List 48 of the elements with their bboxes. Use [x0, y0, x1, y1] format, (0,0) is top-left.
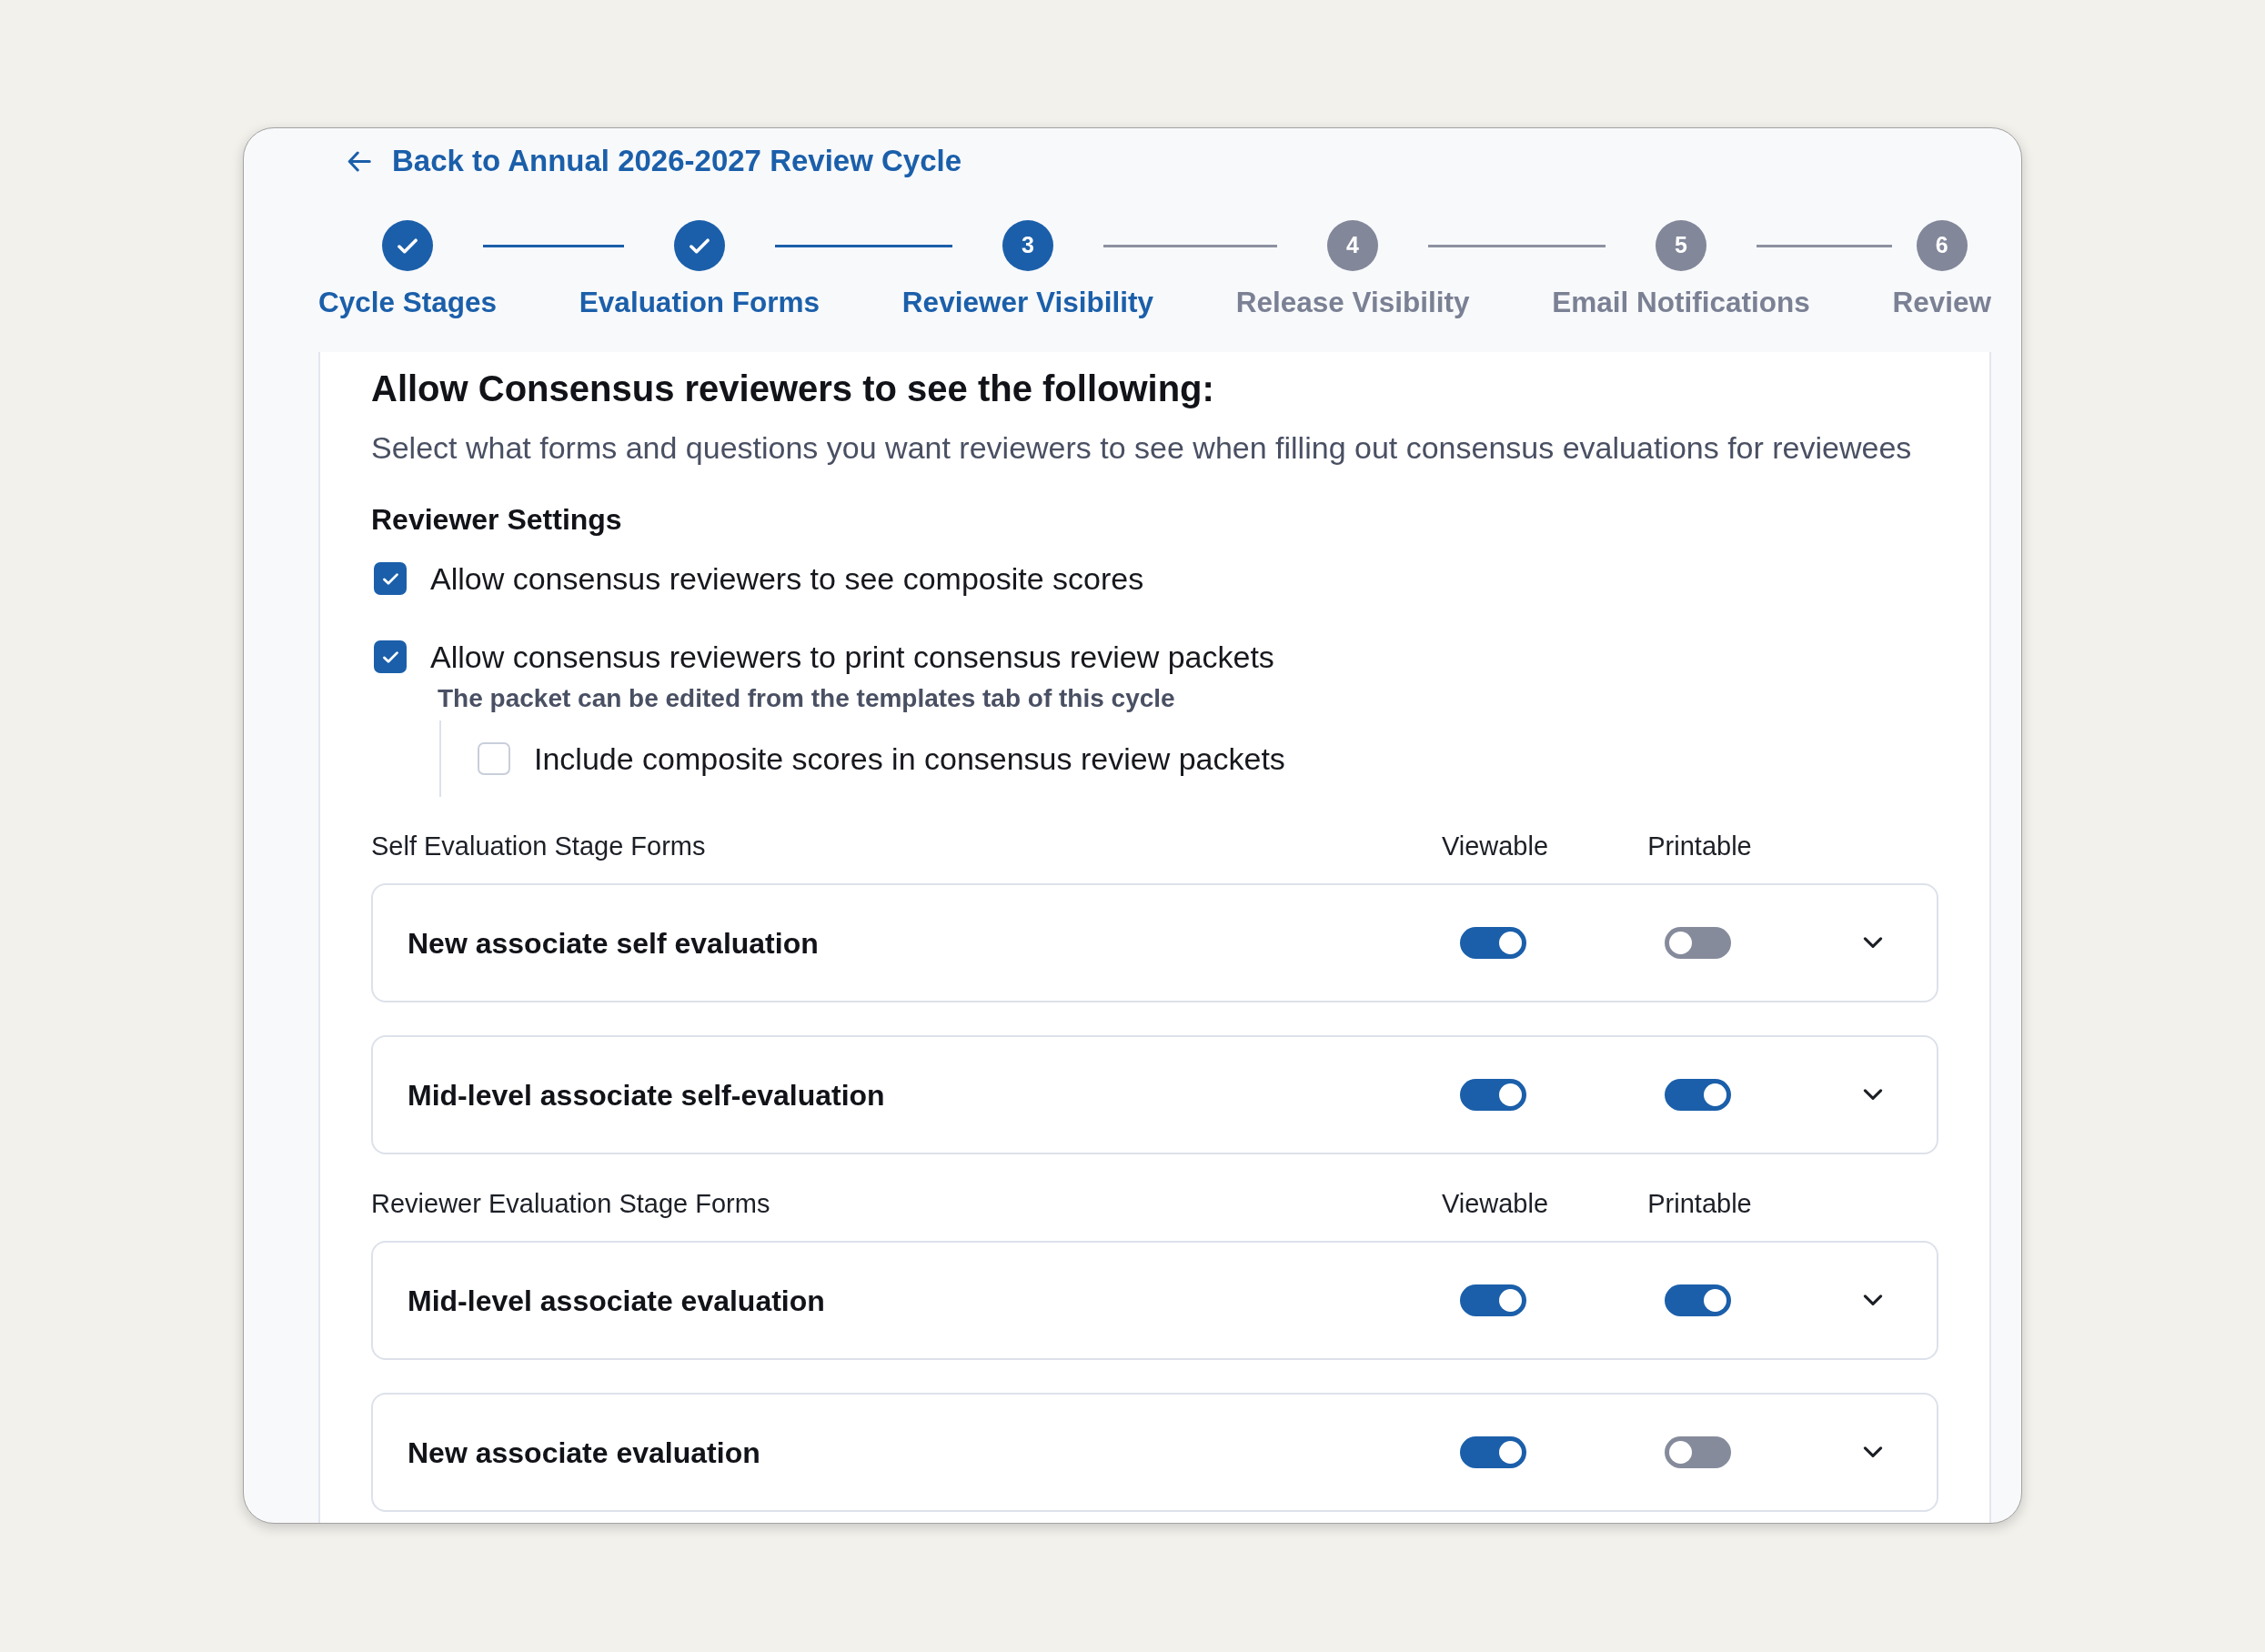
toggle-switch[interactable] — [1665, 1284, 1731, 1316]
form-title: Mid-level associate self-evaluation — [408, 1077, 886, 1113]
step-indicator: 5 — [1655, 220, 1706, 271]
step-label[interactable]: Email Notifications — [1552, 284, 1810, 320]
column-header: Printable — [1647, 1188, 1752, 1220]
chevron-down-icon — [1863, 1446, 1883, 1458]
back-link[interactable]: Back to Annual 2026-2027 Review Cycle — [347, 142, 962, 180]
column-header: Viewable — [1441, 1188, 1549, 1220]
column-header: Printable — [1647, 831, 1752, 862]
toggle-switch[interactable] — [1665, 927, 1731, 959]
step-indicator: 4 — [1327, 220, 1379, 271]
toggle-switch[interactable] — [1460, 927, 1526, 959]
step-indicator: 6 — [1916, 220, 1968, 271]
chevron-down-icon — [1863, 937, 1883, 949]
panel-title: Allow Consensus reviewers to see the following: — [371, 368, 1215, 410]
settings-heading: Reviewer Settings — [371, 502, 623, 538]
checkbox-label: Include composite scores in consensus review packets — [534, 740, 1285, 778]
step-label[interactable]: Review — [1892, 284, 1991, 320]
step-label[interactable]: Evaluation Forms — [579, 284, 820, 320]
check-icon — [690, 237, 710, 254]
form-title: Mid-level associate evaluation — [408, 1283, 826, 1319]
toggle-switch[interactable] — [1460, 1079, 1526, 1111]
toggle-switch[interactable] — [1460, 1284, 1526, 1316]
hint-text: The packet can be edited from the templates tab of this cycle — [437, 683, 1176, 714]
checkbox-label: Allow consensus reviewers to see composite scores — [430, 560, 1144, 598]
toggle-switch[interactable] — [1665, 1436, 1731, 1468]
form-title: New associate self evaluation — [408, 925, 820, 962]
checkbox[interactable] — [478, 742, 510, 775]
check-icon — [382, 572, 398, 585]
form-title: New associate evaluation — [408, 1435, 761, 1471]
chevron-down-icon — [1863, 1294, 1883, 1306]
column-header: Viewable — [1441, 831, 1549, 862]
checkbox[interactable] — [374, 640, 407, 673]
step-indicator: 3 — [1002, 220, 1053, 271]
arrow-left-icon — [347, 150, 371, 172]
section-heading: Reviewer Evaluation Stage Forms — [371, 1188, 771, 1220]
toggle-switch[interactable] — [1460, 1436, 1526, 1468]
checkbox[interactable] — [374, 562, 407, 595]
step-label[interactable]: Release Visibility — [1235, 284, 1470, 320]
check-icon — [398, 237, 418, 254]
toggle-switch[interactable] — [1665, 1079, 1731, 1111]
section-heading: Self Evaluation Stage Forms — [371, 831, 707, 862]
step-label[interactable]: Reviewer Visibility — [901, 284, 1153, 320]
step-label[interactable]: Cycle Stages — [318, 284, 498, 320]
chevron-down-icon — [1863, 1089, 1883, 1101]
checkbox-label: Allow consensus reviewers to print consensus review packets — [430, 639, 1274, 676]
panel-description: Select what forms and questions you want reviewers to see when filling out consensus evaluations for reviewees — [371, 429, 1913, 467]
check-icon — [382, 650, 398, 663]
